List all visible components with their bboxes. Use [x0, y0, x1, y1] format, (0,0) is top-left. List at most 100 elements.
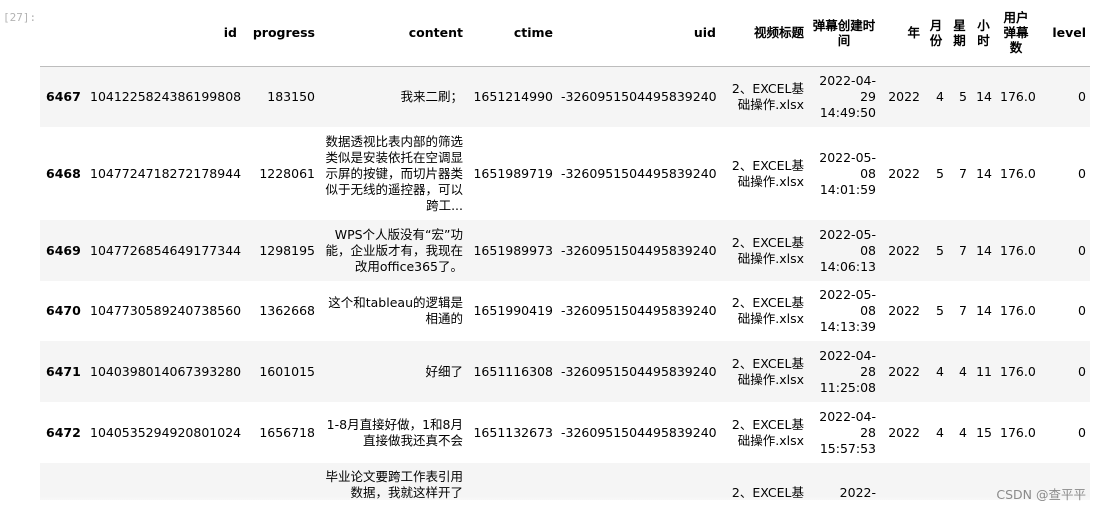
cell-progress: 1298195	[259, 242, 315, 258]
cell-user-count: 176.0	[1000, 424, 1036, 440]
cell-month: 5	[936, 165, 944, 181]
table-row: 6471 1040398014067393280 1601015 好细了 165…	[40, 341, 1090, 402]
cell-user-count: 176.0	[1000, 363, 1036, 379]
cell-ctime: 1651990419	[473, 303, 553, 318]
row-index: 6470	[46, 303, 81, 318]
cell-level: 0	[1078, 88, 1086, 104]
cell-month: 4	[936, 88, 944, 104]
table-row: 6472 1040535294920801024 1656718 1-8月直接好…	[40, 402, 1090, 463]
cell-level: 0	[1078, 165, 1086, 181]
cell-id: 1040535294920801024	[90, 424, 242, 440]
header-user-count: 用户弹幕数	[996, 0, 1036, 67]
header-video-title: 视频标题	[720, 0, 808, 67]
row-index: 6469	[46, 242, 81, 258]
cell-ctime: 1651116308	[473, 363, 553, 379]
cell-video-title: 2、EXCEL基础操作.xlsx	[731, 157, 804, 189]
header-ctime: ctime	[467, 0, 557, 67]
cell-create-time: 2022-04-28 11:25:08	[819, 347, 876, 395]
cell-hour: 14	[976, 165, 992, 181]
cell-video-title: 2、EXCEL基础操作.xlsx	[731, 80, 804, 112]
cell-year: 2022	[888, 424, 920, 440]
cell-progress: 1362668	[259, 303, 315, 318]
row-index: 6468	[46, 165, 81, 181]
cell-id: 1041225824386199808	[90, 88, 242, 104]
table-row: 6469 1047726854649177344 1298195 WPS个人版没…	[40, 220, 1090, 281]
table-row: 6468 1047724718272178944 1228061 数据透视比表内…	[40, 127, 1090, 220]
cell-month: 4	[936, 424, 944, 440]
cell-month: 4	[936, 363, 944, 379]
cell-create-time: 2022-05-08 14:06:13	[819, 226, 876, 274]
cell-level: 0	[1078, 242, 1086, 258]
horizontal-scrollbar[interactable]	[0, 500, 1102, 510]
cell-create-time: 2022-04-29 14:49:50	[819, 72, 876, 120]
csdn-watermark: CSDN @查平平	[996, 487, 1086, 502]
cell-year: 2022	[888, 88, 920, 104]
cell-id: 1040398014067393280	[90, 363, 242, 379]
cell-output-prompt: [27]:	[3, 11, 37, 24]
cell-video-title: 2、EXCEL基础操作.xlsx	[731, 355, 804, 387]
cell-progress: 1601015	[259, 363, 315, 379]
cell-uid: -3260951504495839240	[561, 165, 717, 181]
cell-weekday: 5	[959, 88, 967, 104]
table-row: 6470 1047730589240738560 1362668 这个和tabl…	[40, 281, 1090, 341]
cell-year: 2022	[888, 363, 920, 379]
cell-ctime: 1651132673	[473, 424, 553, 440]
table-body: 6467 1041225824386199808 183150 我来二刷； 16…	[40, 66, 1090, 510]
cell-uid: -3260951504495839240	[561, 303, 717, 318]
cell-content: 好细了	[425, 363, 463, 379]
cell-video-title: 2、EXCEL基础操作.xlsx	[731, 416, 804, 448]
cell-uid: -3260951504495839240	[561, 242, 717, 258]
cell-content: 数据透视比表内部的筛选类似是安装依托在空调显示屏的按键，而切片器类似于无线的遥控…	[325, 133, 463, 213]
header-uid: uid	[557, 0, 720, 67]
row-index: 6467	[46, 88, 81, 104]
cell-ctime: 1651989719	[473, 165, 553, 181]
cell-hour: 15	[976, 424, 992, 440]
cell-hour: 14	[976, 242, 992, 258]
header-content: content	[319, 0, 467, 67]
row-index: 6472	[46, 424, 81, 440]
cell-hour: 14	[976, 88, 992, 104]
cell-ctime: 1651214990	[473, 88, 553, 104]
header-level: level	[1036, 0, 1090, 67]
table-header: id progress content ctime uid 视频标题 弹幕创建时…	[40, 0, 1090, 67]
cell-hour: 14	[976, 303, 992, 318]
cell-user-count: 176.0	[1000, 242, 1036, 258]
header-id: id	[86, 0, 241, 67]
cell-month: 5	[936, 242, 944, 258]
cell-id: 1047726854649177344	[90, 242, 242, 258]
table-row: 6467 1041225824386199808 183150 我来二刷； 16…	[40, 66, 1090, 127]
cell-id: 1047730589240738560	[90, 303, 242, 318]
header-year: 年	[880, 0, 924, 67]
cell-content: WPS个人版没有“宏”功能，企业版才有，我现在改用office365了。	[325, 226, 463, 274]
header-row: id progress content ctime uid 视频标题 弹幕创建时…	[40, 0, 1090, 67]
header-weekday: 星期	[948, 0, 971, 67]
cell-content: 我来二刷；	[400, 88, 463, 104]
cell-create-time: 2022-05-08 14:13:39	[819, 287, 876, 334]
cell-month: 5	[936, 303, 944, 318]
dataframe-wrapper[interactable]: id progress content ctime uid 视频标题 弹幕创建时…	[40, 0, 1102, 510]
cell-hour: 11	[976, 363, 992, 379]
cell-create-time: 2022-04-28 15:57:53	[819, 408, 876, 456]
cell-progress: 1228061	[259, 165, 315, 181]
cell-weekday: 4	[959, 424, 967, 440]
header-progress: progress	[241, 0, 319, 67]
dataframe-table: id progress content ctime uid 视频标题 弹幕创建时…	[40, 0, 1090, 510]
cell-create-time: 2022-05-08 14:01:59	[819, 149, 876, 197]
cell-uid: -3260951504495839240	[561, 363, 717, 379]
cell-uid: -3260951504495839240	[561, 424, 717, 440]
cell-year: 2022	[888, 165, 920, 181]
row-index: 6471	[46, 363, 81, 379]
cell-ctime: 1651989973	[473, 242, 553, 258]
cell-video-title: 2、EXCEL基础操作.xlsx	[731, 295, 804, 326]
header-hour: 小时	[971, 0, 996, 67]
cell-level: 0	[1078, 424, 1086, 440]
cell-year: 2022	[888, 303, 920, 318]
cell-year: 2022	[888, 242, 920, 258]
cell-uid: -3260951504495839240	[561, 88, 717, 104]
cell-weekday: 7	[959, 242, 967, 258]
cell-level: 0	[1078, 303, 1086, 318]
header-month: 月份	[924, 0, 948, 67]
cell-level: 0	[1078, 363, 1086, 379]
cell-content: 这个和tableau的逻辑是相通的	[328, 295, 463, 326]
cell-user-count: 176.0	[1000, 165, 1036, 181]
